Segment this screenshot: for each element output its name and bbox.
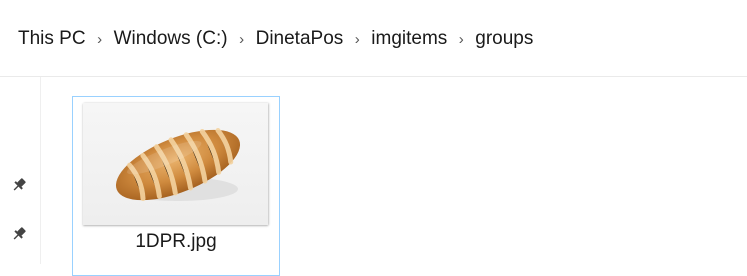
breadcrumb-item-this-pc[interactable]: This PC: [16, 28, 88, 50]
breadcrumb: This PC › Windows (C:) › DinetaPos › img…: [16, 22, 535, 56]
chevron-right-icon[interactable]: ›: [345, 31, 369, 48]
navigation-pane: [0, 77, 41, 264]
bread-image-thumbnail: [83, 103, 268, 225]
address-bar[interactable]: This PC › Windows (C:) › DinetaPos › img…: [0, 0, 747, 77]
pin-icon[interactable]: [10, 225, 28, 243]
chevron-right-icon[interactable]: ›: [449, 31, 473, 48]
pin-icon[interactable]: [10, 176, 28, 194]
breadcrumb-item-dinetapos[interactable]: DinetaPos: [254, 28, 346, 50]
file-name[interactable]: 1DPR.jpg: [73, 231, 279, 253]
breadcrumb-item-windows-c[interactable]: Windows (C:): [112, 28, 230, 50]
file-item[interactable]: 1DPR.jpg: [72, 96, 280, 276]
chevron-right-icon[interactable]: ›: [230, 31, 254, 48]
breadcrumb-item-groups[interactable]: groups: [473, 28, 535, 50]
chevron-right-icon[interactable]: ›: [88, 31, 112, 48]
breadcrumb-item-imgitems[interactable]: imgitems: [369, 28, 449, 50]
